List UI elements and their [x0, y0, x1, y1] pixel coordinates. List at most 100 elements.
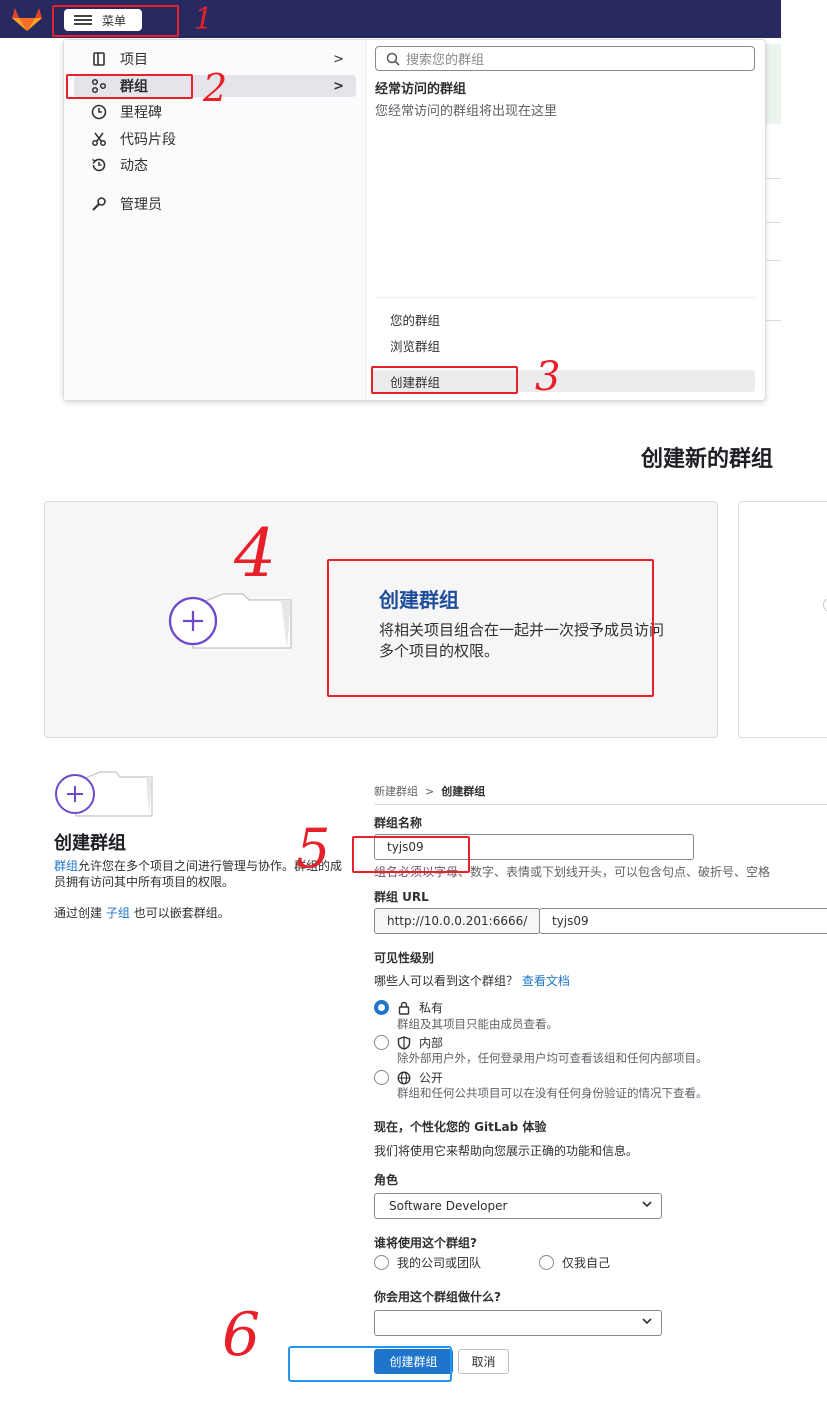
annotation-number-4: 4	[234, 515, 276, 592]
visibility-internal-radio[interactable]	[374, 1035, 389, 1050]
annotation-number-6: 6	[222, 1300, 261, 1370]
who-company-radio[interactable]	[374, 1255, 389, 1270]
project-icon	[90, 50, 108, 68]
visibility-question-text: 哪些人可以看到这个群组？	[374, 974, 519, 988]
shield-icon	[397, 1035, 411, 1050]
annotation-box-4	[327, 559, 654, 697]
chevron-down-icon	[641, 1315, 653, 1330]
annotation-number-2: 2	[203, 66, 228, 110]
divider	[374, 804, 827, 805]
menu-item-snippets[interactable]: 代码片段	[74, 128, 356, 150]
history-icon	[90, 156, 108, 174]
menu-item-label: 项目	[120, 52, 148, 68]
frequent-groups-empty: 您经常访问的群组将出现在这里	[375, 104, 558, 119]
background-divider	[766, 178, 781, 179]
group-search-input[interactable]: 搜索您的群组	[375, 46, 755, 71]
breadcrumb-parent[interactable]: 新建群组	[374, 785, 418, 798]
background-alert	[766, 44, 781, 124]
admin-icon	[90, 195, 108, 213]
browse-groups-link[interactable]: 浏览群组	[390, 336, 440, 355]
personalize-text: 我们将使用它来帮助向您展示正确的功能和信息。	[374, 1144, 639, 1158]
your-groups-link[interactable]: 您的群组	[390, 310, 440, 329]
annotation-number-1: 1	[194, 2, 214, 37]
menu-item-label: 里程碑	[120, 105, 162, 121]
folder-plus-small-icon	[55, 771, 153, 817]
import-icon	[823, 598, 827, 612]
menu-item-admin[interactable]: 管理员	[74, 193, 356, 215]
frequent-groups-title: 经常访问的群组	[375, 82, 467, 97]
who-self-radio[interactable]	[539, 1255, 554, 1270]
annotation-box-5	[352, 836, 470, 873]
annotation-box-6	[288, 1346, 452, 1382]
group-path-value: tyjs09	[552, 914, 589, 928]
visibility-private-option[interactable]: 私有	[374, 999, 443, 1016]
group-path-input[interactable]: tyjs09	[539, 908, 827, 934]
cancel-button[interactable]: 取消	[458, 1349, 509, 1374]
import-group-card[interactable]	[738, 501, 827, 738]
who-company-option[interactable]: 我的公司或团队	[374, 1254, 481, 1271]
personalize-title: 现在，个性化您的 GitLab 体验	[374, 1120, 547, 1134]
breadcrumb-current: 创建群组	[441, 785, 486, 798]
form-side-title: 创建群组	[54, 833, 126, 854]
chevron-right-icon: >	[333, 51, 344, 67]
annotation-number-3: 3	[535, 354, 561, 400]
menu-item-label: 管理员	[120, 197, 162, 213]
background-divider	[766, 320, 781, 321]
visibility-public-label: 公开	[419, 1071, 444, 1085]
annotation-box-2	[66, 74, 193, 99]
cancel-label: 取消	[471, 1355, 496, 1369]
subgroup-link[interactable]: 子组	[106, 906, 130, 920]
background-divider	[766, 260, 781, 261]
menu-item-activity[interactable]: 动态	[74, 154, 356, 176]
chevron-down-icon	[641, 1198, 653, 1213]
visibility-label: 可见性级别	[374, 951, 435, 965]
role-select[interactable]: Software Developer	[374, 1193, 662, 1219]
group-name-label: 群组名称	[374, 816, 423, 830]
chevron-right-icon: >	[333, 78, 344, 94]
purpose-label: 你会用这个群组做什么?	[374, 1290, 501, 1304]
search-icon	[386, 52, 400, 66]
annotation-number-5: 5	[296, 817, 331, 880]
visibility-private-label: 私有	[419, 1001, 444, 1015]
page-title: 创建新的群组	[641, 447, 774, 472]
annotation-box-1	[52, 5, 179, 37]
who-label: 谁将使用这个群组?	[374, 1236, 477, 1250]
clock-icon	[90, 103, 108, 121]
group-url-prefix-text: http://10.0.0.201:6666/	[387, 914, 528, 928]
visibility-internal-desc: 除外部用户外，任何登录用户均可查看该组和任何内部项目。	[397, 1051, 708, 1065]
role-select-value: Software Developer	[389, 1199, 508, 1213]
nest-post: 也可以嵌套群组。	[133, 906, 230, 920]
group-url-prefix: http://10.0.0.201:6666/	[374, 908, 540, 934]
visibility-public-desc: 群组和任何公共项目可以在没有任何身份验证的情况下查看。	[397, 1086, 708, 1100]
nest-pre: 通过创建	[54, 906, 103, 920]
who-company-label: 我的公司或团队	[397, 1256, 482, 1270]
form-side-nest-text: 通过创建 子组 也可以嵌套群组。	[54, 904, 230, 921]
visibility-doc-link[interactable]: 查看文档	[522, 974, 570, 988]
visibility-private-desc: 群组及其项目只能由成员查看。	[397, 1017, 558, 1031]
who-self-option[interactable]: 仅我自己	[539, 1254, 610, 1271]
lock-icon	[398, 1001, 410, 1015]
role-label: 角色	[374, 1173, 399, 1187]
visibility-public-radio[interactable]	[374, 1070, 389, 1085]
annotation-box-3	[371, 366, 518, 394]
menu-item-label: 代码片段	[120, 132, 176, 148]
visibility-public-option[interactable]: 公开	[374, 1069, 443, 1086]
group-url-label: 群组 URL	[374, 890, 429, 904]
breadcrumb: 新建群组 > 创建群组	[374, 783, 485, 799]
scissors-icon	[90, 130, 108, 148]
menu-item-label: 动态	[120, 158, 148, 174]
groups-doc-link[interactable]: 群组	[54, 859, 78, 873]
purpose-select[interactable]	[374, 1310, 662, 1336]
search-placeholder: 搜索您的群组	[406, 53, 485, 68]
visibility-internal-option[interactable]: 内部	[374, 1034, 443, 1051]
background-divider	[766, 222, 781, 223]
visibility-private-radio[interactable]	[374, 1000, 389, 1015]
who-self-label: 仅我自己	[562, 1256, 611, 1270]
globe-icon	[397, 1071, 411, 1084]
gitlab-logo-icon[interactable]	[10, 6, 44, 32]
visibility-question: 哪些人可以看到这个群组？ 查看文档	[374, 972, 570, 989]
divider	[375, 297, 755, 298]
breadcrumb-separator-icon: >	[425, 785, 435, 798]
folder-plus-illustration-icon	[168, 593, 292, 649]
visibility-internal-label: 内部	[419, 1036, 444, 1050]
